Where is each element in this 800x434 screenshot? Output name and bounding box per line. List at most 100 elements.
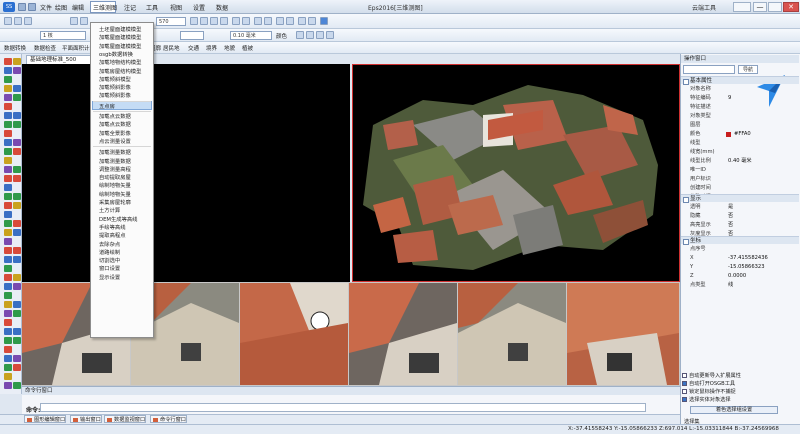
tool-icon[interactable] bbox=[13, 364, 21, 371]
tab-residential[interactable]: 居民地 bbox=[163, 44, 180, 52]
menu-annotation[interactable]: 注记 bbox=[124, 3, 136, 12]
tool-icon[interactable] bbox=[13, 301, 21, 308]
dropdown-item[interactable]: 点云测量设置 bbox=[99, 137, 131, 145]
layer-icon[interactable] bbox=[210, 17, 218, 25]
tool-icon[interactable] bbox=[4, 301, 12, 308]
camera-icon[interactable] bbox=[298, 17, 306, 25]
dropdown-item[interactable]: 窗口设置 bbox=[99, 264, 120, 272]
property-value[interactable]: 9 bbox=[728, 94, 731, 102]
maximize-button[interactable] bbox=[768, 2, 782, 12]
tool-icon[interactable] bbox=[4, 175, 12, 182]
tool-icon[interactable] bbox=[4, 76, 12, 83]
tool-icon[interactable] bbox=[4, 355, 12, 362]
tool-icon[interactable] bbox=[13, 247, 21, 254]
tool-icon[interactable] bbox=[13, 283, 21, 290]
checkbox-box[interactable] bbox=[682, 389, 687, 394]
2d-viewport[interactable] bbox=[22, 64, 350, 282]
group-display[interactable]: 显示 bbox=[681, 194, 799, 203]
save-file-icon[interactable] bbox=[24, 17, 32, 25]
dropdown-item[interactable]: 加载倾斜模型 bbox=[99, 75, 131, 83]
menu-edit[interactable]: 编辑 bbox=[72, 3, 84, 12]
dropdown-item-five-point-house[interactable]: 五点房 bbox=[99, 102, 115, 110]
dropdown-item[interactable]: 采集房屋轮廓 bbox=[99, 198, 131, 206]
tool-icon[interactable] bbox=[4, 103, 12, 110]
property-value[interactable]: 0.40 毫米 bbox=[728, 157, 752, 165]
tool-icon[interactable] bbox=[13, 166, 21, 173]
dropdown-item[interactable]: 加载点云数据 bbox=[99, 120, 131, 128]
menu-draw[interactable]: 绘图 bbox=[55, 3, 67, 12]
help-button[interactable] bbox=[733, 2, 751, 12]
dropdown-item[interactable]: 加载全景影像 bbox=[99, 129, 131, 137]
tab-landform[interactable]: 地貌 bbox=[224, 44, 235, 52]
tool-icon[interactable] bbox=[13, 67, 21, 74]
tool-icon[interactable] bbox=[13, 193, 21, 200]
property-row[interactable]: Z 0.0000 bbox=[688, 272, 798, 280]
dropdown-item[interactable]: 加载屋面建模模型 bbox=[99, 33, 141, 41]
tool-icon[interactable] bbox=[4, 247, 12, 254]
dropdown-item[interactable]: 绘制地物矢量 bbox=[99, 181, 131, 189]
minimize-button[interactable]: — bbox=[753, 2, 767, 12]
property-value[interactable]: #FFA0 bbox=[734, 130, 751, 138]
property-value[interactable]: 是 bbox=[728, 203, 733, 211]
property-row[interactable]: 颜色 #FFA0 bbox=[688, 130, 798, 138]
property-row[interactable]: 对象名称 bbox=[688, 85, 798, 93]
dropdown-item[interactable]: 绘制地物矢量 bbox=[99, 190, 131, 198]
text-icon[interactable] bbox=[316, 31, 324, 39]
3d-viewport[interactable] bbox=[352, 64, 680, 282]
tool-icon[interactable] bbox=[4, 58, 12, 65]
dropdown-item[interactable]: 加载地物结构模型 bbox=[99, 58, 141, 66]
highlight-settings-button[interactable]: 着色选择组设置 bbox=[690, 406, 778, 414]
dropdown-item[interactable]: 加载房屋结构模型 bbox=[99, 67, 141, 75]
undo-icon[interactable] bbox=[28, 3, 36, 11]
dropdown-item[interactable]: 加载点云数据 bbox=[99, 112, 131, 120]
light-icon[interactable] bbox=[308, 17, 316, 25]
tool-icon[interactable] bbox=[4, 67, 12, 74]
tool-icon[interactable] bbox=[13, 337, 21, 344]
tool-icon[interactable] bbox=[13, 220, 21, 227]
tool-icon[interactable] bbox=[4, 148, 12, 155]
zoom-in-icon[interactable] bbox=[70, 17, 78, 25]
table-icon[interactable] bbox=[326, 31, 334, 39]
dropdown-item[interactable]: 道路绘制 bbox=[99, 248, 120, 256]
tab-vegetation[interactable]: 植被 bbox=[242, 44, 253, 52]
active-tool-icon[interactable] bbox=[320, 17, 328, 25]
property-value[interactable]: -15.05866323 bbox=[728, 263, 765, 271]
property-row[interactable]: 线型 bbox=[688, 139, 798, 147]
oblique-thumbnail[interactable] bbox=[458, 283, 566, 385]
property-row[interactable]: X -37.415582436 bbox=[688, 254, 798, 262]
option-checkbox[interactable]: 自动更新导入扩展属性 bbox=[682, 372, 741, 379]
3d-view-icon[interactable] bbox=[232, 17, 240, 25]
tool-icon[interactable] bbox=[4, 283, 12, 290]
dropdown-item[interactable]: 加载倾斜影像 bbox=[99, 83, 131, 91]
save-icon[interactable] bbox=[18, 3, 26, 11]
tool-icon[interactable] bbox=[4, 211, 12, 218]
app-logo[interactable]: SS bbox=[3, 2, 15, 12]
tool-icon[interactable] bbox=[4, 220, 12, 227]
checkbox-box[interactable] bbox=[682, 397, 687, 402]
tool-icon[interactable] bbox=[4, 166, 12, 173]
close-button[interactable]: ✕ bbox=[783, 2, 799, 12]
grid-icon[interactable] bbox=[190, 17, 198, 25]
tab-data-check[interactable]: 数据检查 bbox=[34, 44, 56, 52]
tool-icon[interactable] bbox=[13, 112, 21, 119]
tab-data-monitor[interactable]: 数据监视窗口 bbox=[104, 415, 147, 423]
oblique-thumbnail[interactable] bbox=[349, 283, 457, 385]
tool-icon[interactable] bbox=[13, 175, 21, 182]
property-value[interactable]: 线 bbox=[728, 281, 733, 289]
property-row[interactable]: 高亮显示 否 bbox=[688, 221, 798, 229]
pan-icon[interactable] bbox=[254, 17, 262, 25]
dropdown-item[interactable]: 调整测量高程 bbox=[99, 165, 131, 173]
property-value[interactable]: 否 bbox=[728, 212, 733, 220]
tab-traffic[interactable]: 交通 bbox=[188, 44, 199, 52]
tool-icon[interactable] bbox=[4, 85, 12, 92]
property-row[interactable]: 唯一ID bbox=[688, 166, 798, 174]
property-row[interactable]: 线型比例 0.40 毫米 bbox=[688, 157, 798, 165]
tool-icon[interactable] bbox=[13, 148, 21, 155]
dropdown-item[interactable]: 提取高程点 bbox=[99, 231, 126, 239]
tool-icon[interactable] bbox=[4, 364, 12, 371]
tool-icon[interactable] bbox=[13, 202, 21, 209]
brush-icon[interactable] bbox=[306, 31, 314, 39]
tool-icon[interactable] bbox=[4, 139, 12, 146]
select-icon[interactable] bbox=[264, 17, 272, 25]
menu-settings[interactable]: 设置 bbox=[193, 3, 205, 12]
